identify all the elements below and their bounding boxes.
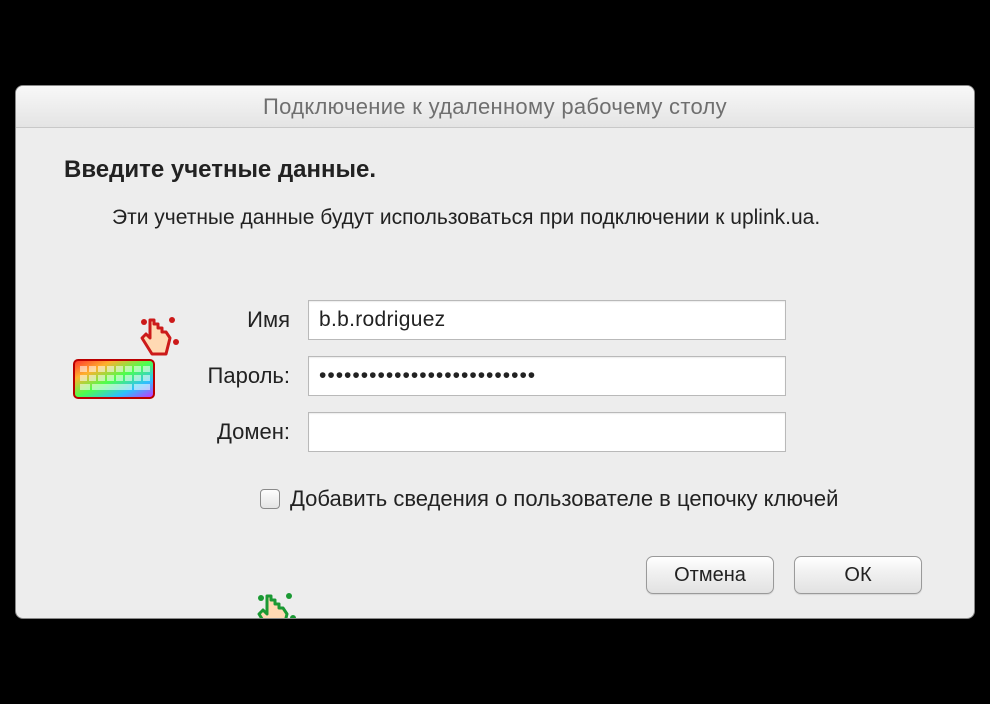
button-row: Отмена ОК — [64, 556, 926, 594]
dialog-heading: Введите учетные данные. — [64, 156, 926, 184]
password-row: Пароль: — [64, 356, 926, 396]
domain-field[interactable] — [308, 412, 786, 452]
hand-pointer-icon — [249, 586, 301, 619]
keychain-label: Добавить сведения о пользователе в цепоч… — [290, 486, 838, 512]
dialog-content: Введите учетные данные. Эти учетные данн… — [16, 128, 974, 618]
username-field[interactable] — [308, 300, 786, 340]
window-title: Подключение к удаленному рабочему столу — [263, 94, 727, 120]
domain-row: Домен: — [64, 412, 926, 452]
hand-pointer-icon — [132, 310, 184, 371]
password-field[interactable] — [308, 356, 786, 396]
dialog-description: Эти учетные данные будут использоваться … — [112, 206, 926, 230]
keychain-checkbox[interactable] — [260, 489, 280, 509]
titlebar: Подключение к удаленному рабочему столу — [16, 86, 974, 128]
domain-label: Домен: — [64, 419, 308, 445]
credentials-dialog: Подключение к удаленному рабочему столу … — [15, 85, 975, 619]
ok-button[interactable]: ОК — [794, 556, 922, 594]
username-label: Имя — [64, 307, 308, 333]
cancel-button[interactable]: Отмена — [646, 556, 774, 594]
credentials-form: Имя Пароль: Домен: Добавить сведения о п… — [64, 300, 926, 512]
keychain-row: Добавить сведения о пользователе в цепоч… — [260, 486, 926, 512]
username-row: Имя — [64, 300, 926, 340]
